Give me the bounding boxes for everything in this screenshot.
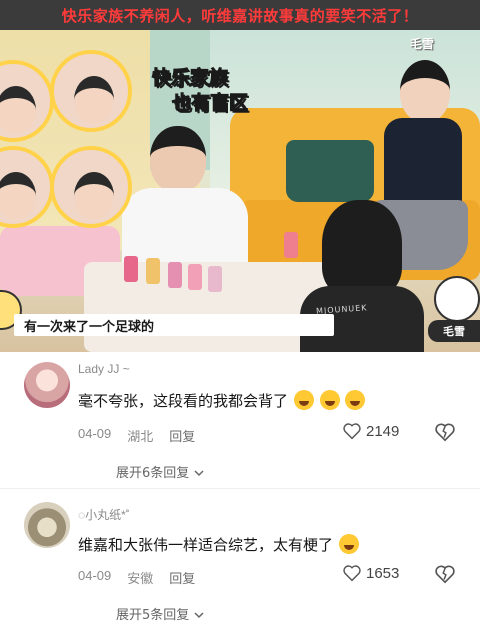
dislike-button[interactable] bbox=[434, 564, 456, 588]
brand-tag: 毛雪 bbox=[428, 320, 480, 342]
broken-heart-icon bbox=[435, 423, 455, 442]
comment-date: 04-09 bbox=[78, 426, 112, 441]
video-player[interactable]: 快乐家族不养闲人，听维嘉讲故事真的要笑不活了！ 快乐家族 也有盲区 毛雪 MJO… bbox=[0, 0, 480, 352]
host-man bbox=[122, 126, 252, 268]
comment-date: 04-09 bbox=[78, 568, 112, 583]
like-button[interactable]: 1653 bbox=[342, 564, 399, 582]
caption-line-1: 快乐家族 bbox=[152, 67, 229, 90]
crying-laugh-emoji bbox=[319, 390, 340, 410]
dislike-button[interactable] bbox=[434, 422, 456, 446]
comment-meta: 04-09 安徽 回复 bbox=[78, 568, 195, 587]
green-bag bbox=[286, 140, 374, 202]
divider bbox=[0, 488, 480, 489]
sweat-smile-emoji bbox=[338, 534, 359, 554]
video-title: 快乐家族不养闲人，听维嘉讲故事真的要笑不活了！ bbox=[61, 6, 419, 25]
comment-text: 维嘉和大张伟一样适合综艺，太有梗了 bbox=[78, 534, 359, 555]
caption-line-2: 也有盲区 bbox=[172, 92, 249, 115]
crying-laugh-emoji bbox=[345, 390, 366, 410]
like-button[interactable]: 2149 bbox=[342, 422, 399, 440]
comment-text-content: 维嘉和大张伟一样适合综艺，太有梗了 bbox=[78, 536, 334, 554]
avatar[interactable] bbox=[24, 502, 70, 548]
channel-logo: 毛雪 bbox=[410, 37, 435, 51]
comment-username[interactable]: ◌小丸纸*˚ bbox=[78, 506, 130, 523]
expand-replies[interactable]: 展开6条回复 bbox=[116, 462, 205, 481]
chevron-down-icon bbox=[194, 612, 204, 619]
crying-laugh-emoji bbox=[293, 390, 314, 410]
cartoon-mascot-right bbox=[434, 276, 480, 322]
subtitle-box: 有一次来了一个足球的 bbox=[14, 314, 334, 336]
comment-meta: 04-09 湖北 回复 bbox=[78, 426, 195, 445]
comment-text: 毫不夸张，这段看的我都会背了 bbox=[78, 390, 366, 411]
heart-icon bbox=[343, 423, 361, 440]
member-portrait-4 bbox=[50, 146, 132, 228]
comment-text-content: 毫不夸张，这段看的我都会背了 bbox=[78, 392, 289, 410]
chevron-down-icon bbox=[194, 470, 204, 477]
expand-replies-label: 展开5条回复 bbox=[116, 608, 190, 623]
comment-location: 湖北 bbox=[127, 429, 154, 444]
snack-table bbox=[84, 232, 334, 352]
avatar[interactable] bbox=[24, 362, 70, 408]
comment-location: 安徽 bbox=[127, 571, 154, 586]
expand-replies[interactable]: 展开5条回复 bbox=[116, 604, 205, 623]
subtitle-text: 有一次来了一个足球的 bbox=[24, 319, 155, 335]
reply-button[interactable]: 回复 bbox=[169, 568, 195, 587]
member-portrait-2 bbox=[50, 50, 132, 132]
comment-username[interactable]: Lady JJ ~ bbox=[78, 362, 130, 376]
video-title-bar: 快乐家族不养闲人，听维嘉讲故事真的要笑不活了！ bbox=[0, 0, 480, 30]
variety-caption: 快乐家族 也有盲区 bbox=[152, 66, 268, 122]
like-count: 2149 bbox=[366, 422, 400, 440]
like-count: 1653 bbox=[366, 564, 400, 582]
expand-replies-label: 展开6条回复 bbox=[116, 466, 190, 481]
broken-heart-icon bbox=[435, 565, 455, 584]
heart-icon bbox=[343, 565, 361, 582]
reply-button[interactable]: 回复 bbox=[169, 426, 195, 445]
